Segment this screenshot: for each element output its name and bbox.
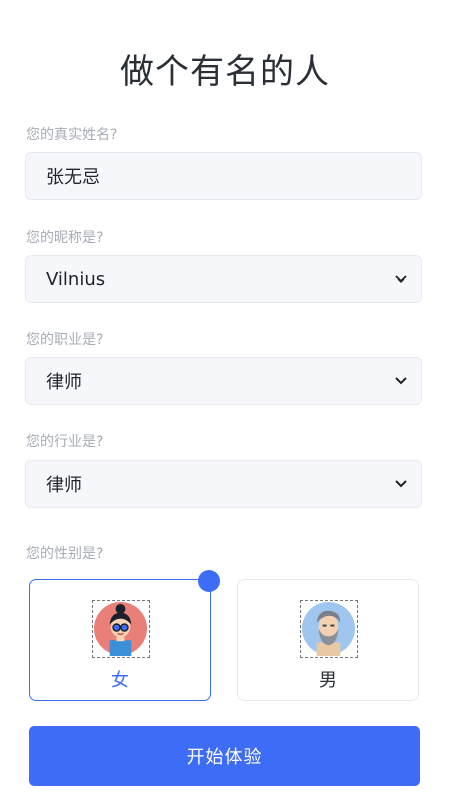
- industry-select[interactable]: 律师: [25, 460, 422, 508]
- start-button[interactable]: 开始体验: [29, 726, 420, 786]
- gender-option-female[interactable]: 女: [29, 579, 211, 701]
- nickname-value: Vilnius: [46, 268, 106, 290]
- industry-value: 律师: [46, 475, 82, 496]
- industry-label: 您的行业是?: [26, 434, 104, 450]
- nickname-label: 您的昵称是?: [26, 230, 104, 246]
- chevron-down-icon: [381, 460, 421, 508]
- profile-form-page: 做个有名的人 您的真实姓名? 张无忌 您的昵称是? Vilnius 您的职业是?…: [0, 0, 450, 800]
- gender-label: 您的性别是?: [26, 546, 104, 562]
- name-label: 您的真实姓名?: [26, 127, 118, 143]
- male-avatar-icon: [300, 600, 358, 658]
- name-input[interactable]: 张无忌: [25, 152, 422, 200]
- occupation-label: 您的职业是?: [26, 332, 104, 348]
- page-title: 做个有名的人: [120, 52, 330, 92]
- nickname-select[interactable]: Vilnius: [25, 255, 422, 303]
- chevron-down-icon: [381, 357, 421, 405]
- occupation-value: 律师: [46, 372, 82, 393]
- selected-indicator: [198, 570, 220, 592]
- female-avatar-icon: [92, 600, 150, 658]
- name-value: 张无忌: [46, 167, 100, 188]
- chevron-down-icon: [381, 255, 421, 303]
- gender-option-label: 男: [319, 670, 337, 691]
- gender-option-male[interactable]: 男: [237, 579, 419, 701]
- gender-option-label: 女: [111, 670, 129, 691]
- occupation-select[interactable]: 律师: [25, 357, 422, 405]
